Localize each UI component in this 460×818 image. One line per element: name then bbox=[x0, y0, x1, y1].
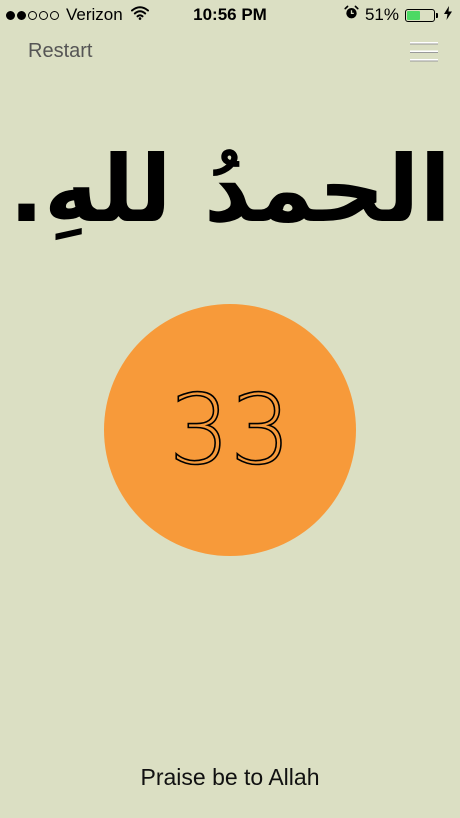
dhikr-translation: Praise be to Allah bbox=[140, 764, 320, 790]
restart-button[interactable]: Restart bbox=[28, 40, 92, 63]
nav-bar: Restart bbox=[0, 30, 460, 74]
counter-value: 33 bbox=[168, 374, 292, 486]
counter-button[interactable]: 33 bbox=[104, 304, 356, 556]
status-right: 51% bbox=[344, 5, 452, 25]
hamburger-menu-icon bbox=[410, 42, 438, 62]
battery-fill bbox=[407, 10, 421, 20]
status-bar: Verizon 10:56 PM 51% bbox=[0, 0, 460, 30]
battery-tip bbox=[436, 12, 438, 18]
lightning-bolt-icon bbox=[444, 5, 452, 25]
battery-body bbox=[405, 8, 435, 22]
dhikr-arabic-text: الحمدُ للهِ. bbox=[8, 136, 452, 243]
menu-button[interactable] bbox=[410, 40, 438, 64]
battery-percent: 51% bbox=[364, 5, 399, 24]
alarm-clock-icon bbox=[344, 5, 359, 25]
battery-icon bbox=[405, 8, 438, 22]
